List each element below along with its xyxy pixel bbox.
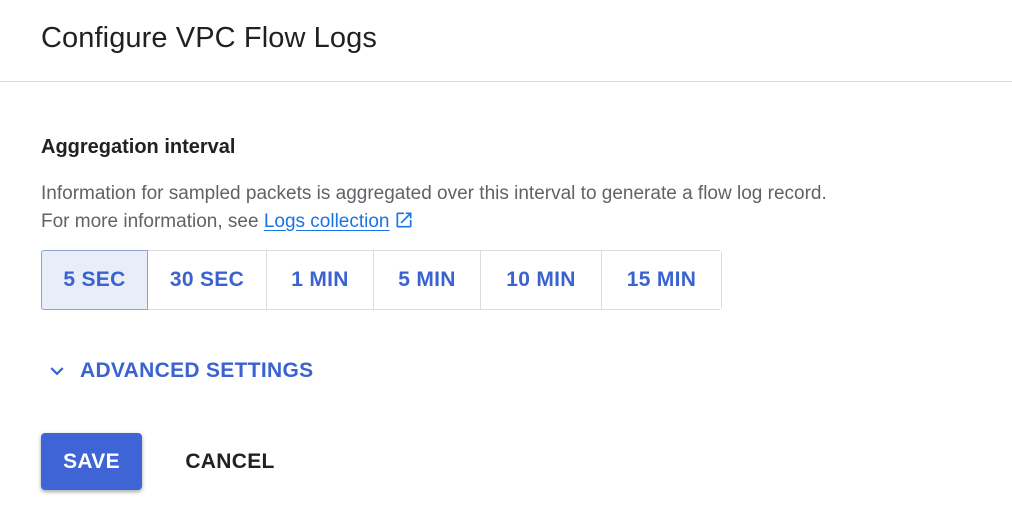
cancel-button[interactable]: CANCEL	[170, 433, 290, 490]
save-button[interactable]: SAVE	[41, 433, 142, 490]
aggregation-interval-title: Aggregation interval	[41, 136, 236, 158]
logs-collection-link[interactable]: Logs collection	[264, 211, 390, 232]
page-title: Configure VPC Flow Logs	[41, 22, 377, 54]
interval-option-1-min[interactable]: 1 MIN	[267, 251, 374, 309]
open-in-new-icon[interactable]	[394, 210, 414, 230]
interval-option-10-min[interactable]: 10 MIN	[481, 251, 602, 309]
advanced-settings-label: ADVANCED SETTINGS	[80, 359, 314, 382]
interval-option-5-sec[interactable]: 5 SEC	[41, 250, 148, 310]
description-line-2: For more information, see Logs collectio…	[41, 208, 1001, 236]
interval-option-5-min[interactable]: 5 MIN	[374, 251, 481, 309]
advanced-settings-toggle[interactable]: ADVANCED SETTINGS	[44, 358, 313, 384]
interval-option-30-sec[interactable]: 30 SEC	[148, 251, 267, 309]
interval-option-15-min[interactable]: 15 MIN	[602, 251, 721, 309]
dialog-header: Configure VPC Flow Logs	[0, 0, 1012, 82]
flow-logs-dialog: Configure VPC Flow Logs Aggregation inte…	[0, 0, 1012, 514]
chevron-down-icon	[50, 367, 64, 376]
aggregation-interval-selector: 5 SEC 30 SEC 1 MIN 5 MIN 10 MIN 15 MIN	[41, 250, 722, 310]
aggregation-description: Information for sampled packets is aggre…	[41, 180, 1001, 236]
description-line-1: Information for sampled packets is aggre…	[41, 183, 827, 204]
description-prefix: For more information, see	[41, 211, 264, 232]
